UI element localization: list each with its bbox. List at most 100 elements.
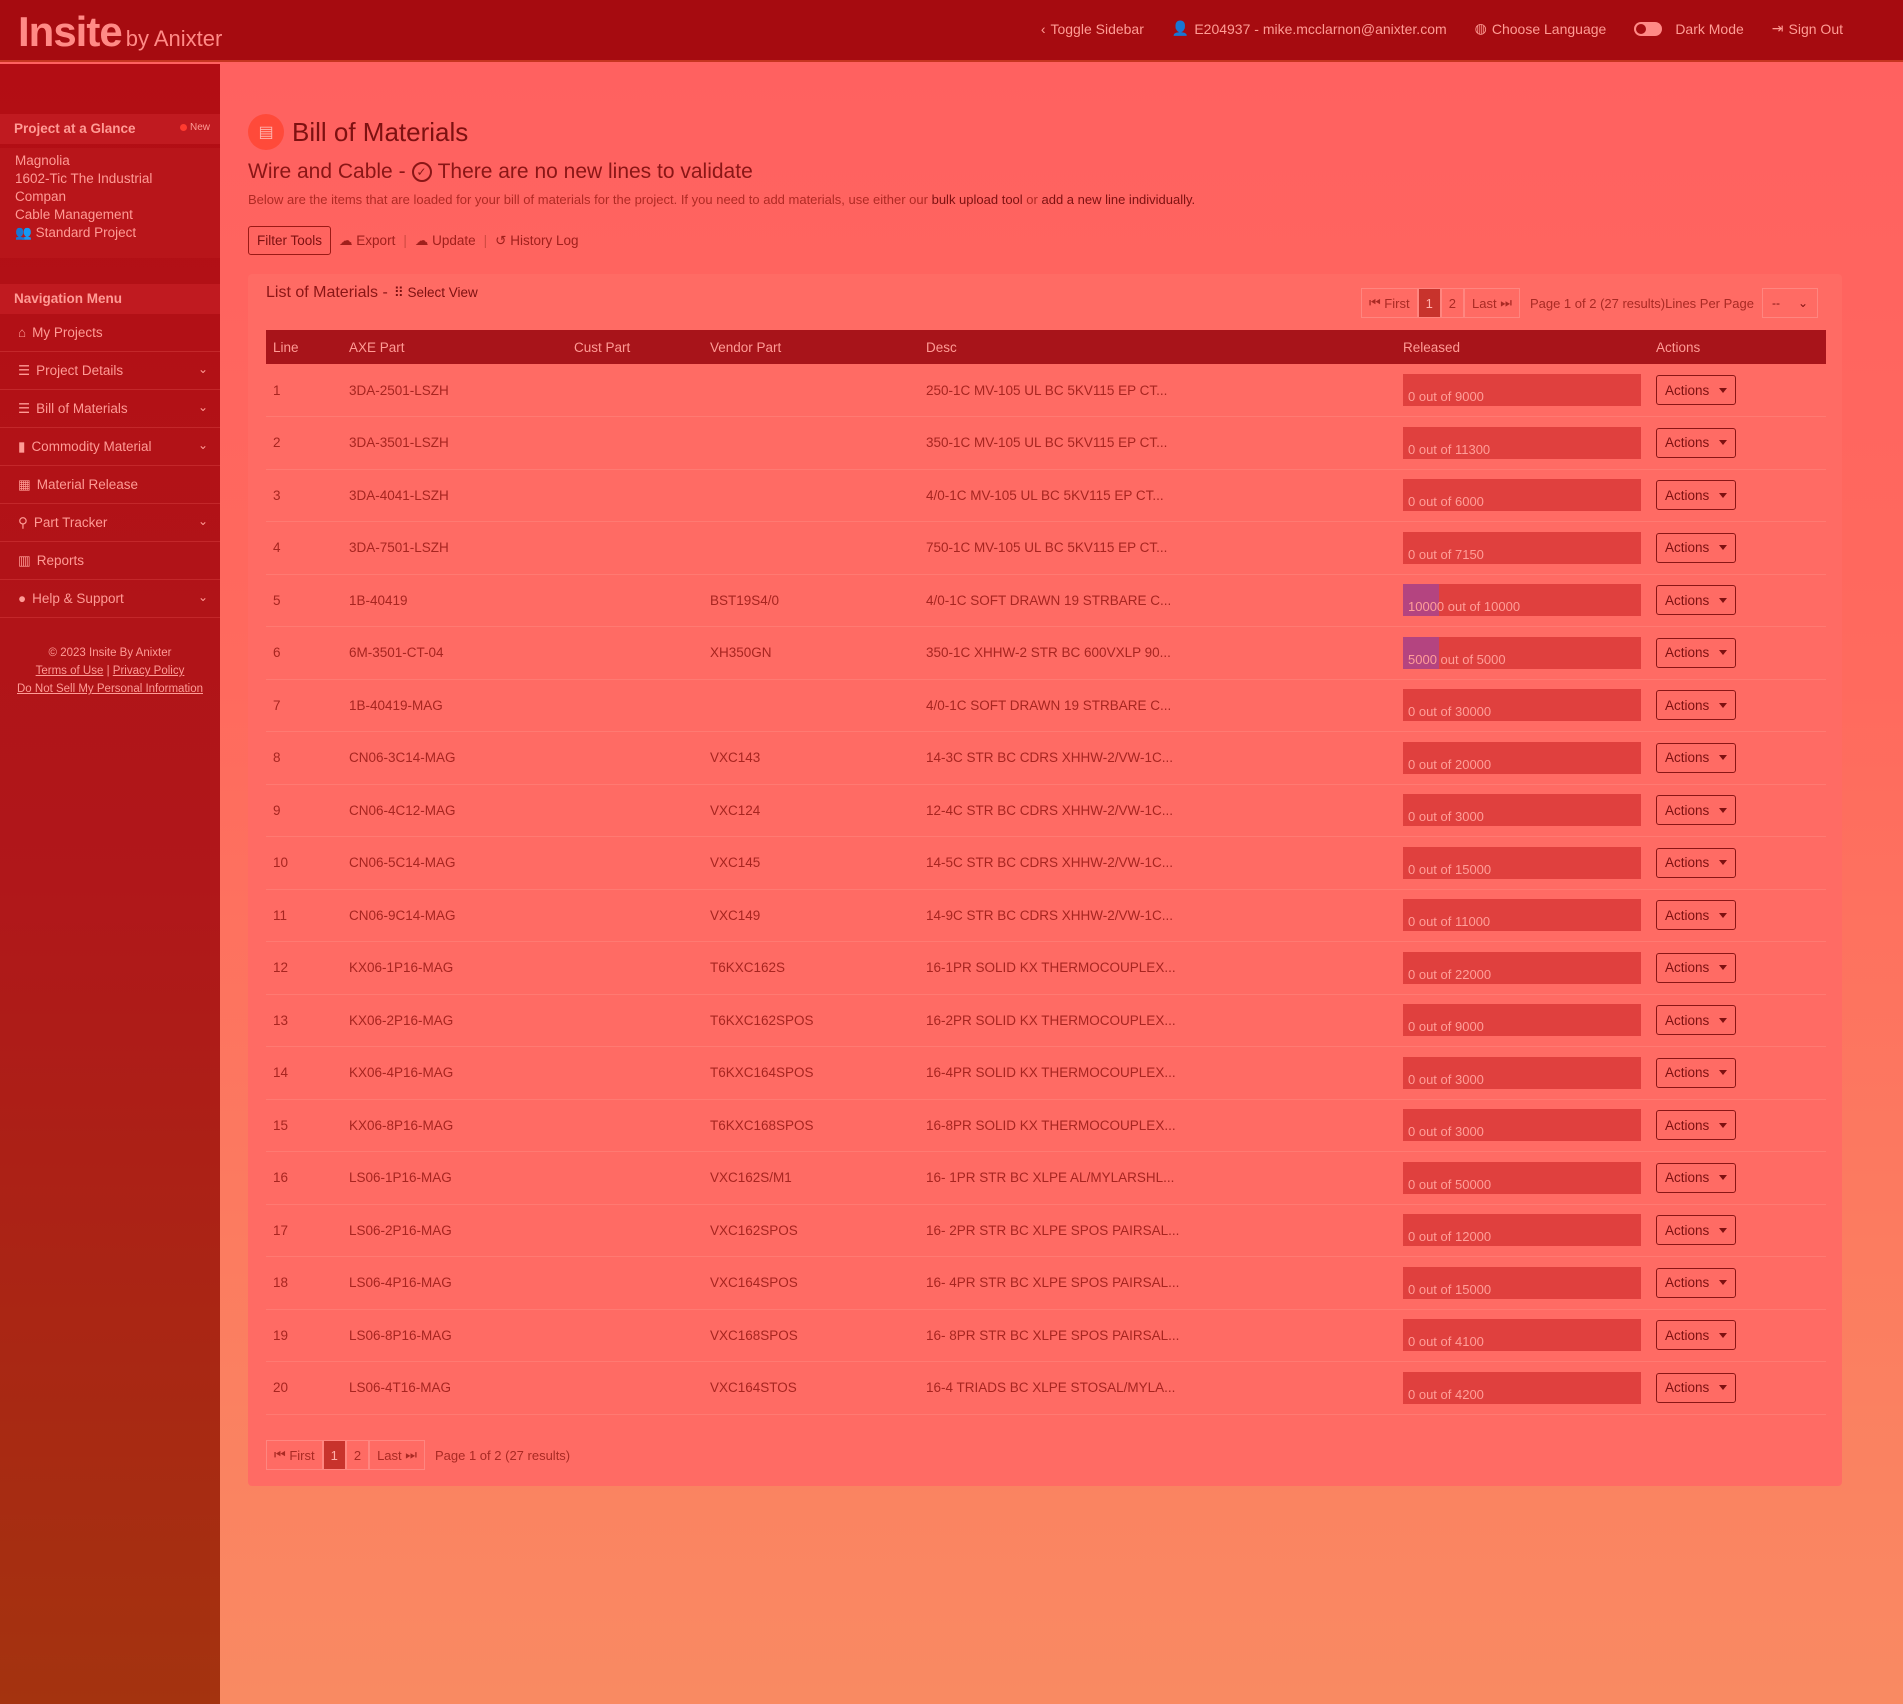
column-header-axe-part[interactable]: AXE Part [342,330,567,364]
lines-per-page-select[interactable]: -- ⌄ [1762,288,1818,318]
column-header-desc[interactable]: Desc [919,330,1396,364]
actions-dropdown-button[interactable]: Actions [1656,1320,1736,1351]
privacy-policy-link[interactable]: Privacy Policy [113,665,185,677]
caret-down-icon [1719,1227,1727,1233]
cell-released: 0 out of 3000 [1396,1099,1649,1152]
export-link[interactable]: ☁ Export [339,233,395,249]
actions-dropdown-button[interactable]: Actions [1656,952,1736,983]
actions-dropdown-button[interactable]: Actions [1656,1005,1736,1036]
sidebar-item-project-details[interactable]: ☰ Project Details ⌄ [0,352,220,390]
caret-down-icon [1719,387,1727,393]
actions-dropdown-button[interactable]: Actions [1656,1372,1736,1403]
sidebar-item-material-release[interactable]: ▦ Material Release [0,466,220,504]
actions-dropdown-button[interactable]: Actions [1656,375,1736,405]
sidebar-item-my-projects[interactable]: ⌂ My Projects [0,314,220,352]
sidebar-item-label: Commodity Material [31,439,152,454]
cell-line: 4 [266,521,342,575]
actions-dropdown-button[interactable]: Actions [1656,1267,1736,1298]
released-progress-bar: 0 out of 7150 [1403,531,1641,564]
home-icon: ⌂ [18,325,27,340]
actions-label: Actions [1665,907,1710,923]
actions-dropdown-button[interactable]: Actions [1656,1057,1736,1088]
page-1-button[interactable]: 1 [1417,288,1441,318]
select-view-link[interactable]: ⠿ Select View [394,285,478,301]
column-header-line[interactable]: Line [266,330,342,364]
first-page-button[interactable]: ⏮ First [1360,288,1418,318]
cell-released: 5000 out of 5000 [1396,626,1649,680]
caret-down-icon [1719,912,1727,918]
actions-dropdown-button[interactable]: Actions [1656,1215,1736,1246]
toggle-switch-icon[interactable] [1634,21,1663,36]
actions-dropdown-button[interactable]: Actions [1656,532,1736,563]
released-label: 5000 out of 5000 [1408,651,1506,667]
released-label: 0 out of 9000 [1408,389,1484,404]
released-progress-bar: 0 out of 4100 [1403,1319,1641,1352]
caret-down-icon [1719,965,1727,971]
actions-dropdown-button[interactable]: Actions [1656,742,1736,773]
page-2-button[interactable]: 2 [1440,288,1465,318]
cell-axe-part: CN06-5C14-MAG [342,836,567,890]
sign-out-icon: ⇥ [1771,20,1784,36]
sidebar-item-commodity-material[interactable]: ▮ Commodity Material ⌄ [0,428,220,466]
cell-axe-part: KX06-2P16-MAG [342,994,567,1047]
cell-vendor-part [703,469,919,522]
brand-logo[interactable]: Insite by Anixter [18,8,222,56]
cell-desc: 14-5C STR BC CDRS XHHW-2/VW-1C... [919,836,1396,890]
actions-dropdown-button[interactable]: Actions [1656,900,1736,931]
dark-mode-toggle[interactable]: Dark Mode [1634,21,1744,37]
column-header-released[interactable]: Released [1396,330,1649,364]
released-label: 0 out of 12000 [1408,1229,1492,1245]
cell-cust-part [567,1204,703,1257]
actions-dropdown-button[interactable]: Actions [1656,1162,1736,1193]
bulk-upload-link[interactable]: bulk upload tool [932,192,1023,207]
released-label: 0 out of 15000 [1408,861,1492,877]
sidebar-item-bill-of-materials[interactable]: ☰ Bill of Materials ⌄ [0,390,220,428]
last-page-button[interactable]: Last ⏭ [369,1440,425,1470]
sign-out-link[interactable]: ⇥ Sign Out [1772,20,1843,37]
fast-backward-icon: ⏮ [1368,295,1381,310]
actions-dropdown-button[interactable]: Actions [1656,427,1736,458]
user-account-link[interactable]: 👤 E204937 - mike.mcclarnon@anixter.com [1172,20,1447,37]
column-header-vendor-part[interactable]: Vendor Part [703,330,919,364]
caret-down-icon [1719,1280,1727,1286]
do-not-sell-link[interactable]: Do Not Sell My Personal Information [17,683,203,695]
first-page-button[interactable]: ⏮ First [266,1440,323,1470]
actions-label: Actions [1665,382,1710,398]
page-2-button[interactable]: 2 [345,1440,370,1470]
actions-dropdown-button[interactable]: Actions [1656,480,1736,511]
choose-language-link[interactable]: ◍ Choose Language [1475,20,1607,37]
actions-dropdown-button[interactable]: Actions [1656,795,1736,826]
cell-line: 5 [266,574,342,627]
filter-tools-button[interactable]: Filter Tools [248,226,332,255]
actions-dropdown-button[interactable]: Actions [1656,585,1736,616]
cell-axe-part: 3DA-2501-LSZH [342,364,567,417]
sidebar-item-help-support[interactable]: ● Help & Support ⌄ [0,580,220,618]
released-label: 0 out of 4100 [1408,1334,1484,1350]
cell-actions: Actions [1649,1151,1826,1205]
released-label: 0 out of 9000 [1408,1019,1484,1035]
actions-dropdown-button[interactable]: Actions [1656,690,1736,721]
table-row: 16 LS06-1P16-MAG VXC162S/M1 16- 1PR STR BC … [266,1151,1826,1205]
terms-of-use-link[interactable]: Terms of Use [36,665,104,677]
caret-down-icon [1719,1385,1727,1391]
table-row: 7 1B-40419-MAG 4/0-1C SOFT DRAWN 19 STRBAR… [266,679,1826,732]
project-at-a-glance-heading: Project at a Glance New [0,114,220,144]
actions-label: Actions [1665,592,1710,608]
cell-line: 12 [266,941,342,995]
history-log-link[interactable]: ↺ History Log [495,233,578,249]
cell-actions: Actions [1649,1099,1826,1152]
sidebar-item-part-tracker[interactable]: ⚲ Part Tracker ⌄ [0,504,220,542]
column-header-cust-part[interactable]: Cust Part [567,330,703,364]
actions-dropdown-button[interactable]: Actions [1656,847,1736,878]
fast-backward-icon: ⏮ [274,1447,286,1462]
add-new-line-link[interactable]: add a new line individually. [1041,192,1195,207]
page-1-button[interactable]: 1 [322,1440,346,1470]
sidebar-item-reports[interactable]: ▥ Reports [0,542,220,580]
actions-dropdown-button[interactable]: Actions [1656,1110,1736,1141]
cell-actions: Actions [1649,626,1826,680]
actions-dropdown-button[interactable]: Actions [1656,637,1736,668]
actions-label: Actions [1665,1170,1710,1186]
toggle-sidebar-link[interactable]: ‹ Toggle Sidebar [1041,21,1144,37]
update-link[interactable]: ☁ Update [415,233,476,249]
last-page-button[interactable]: Last ⏭ [1464,288,1520,318]
